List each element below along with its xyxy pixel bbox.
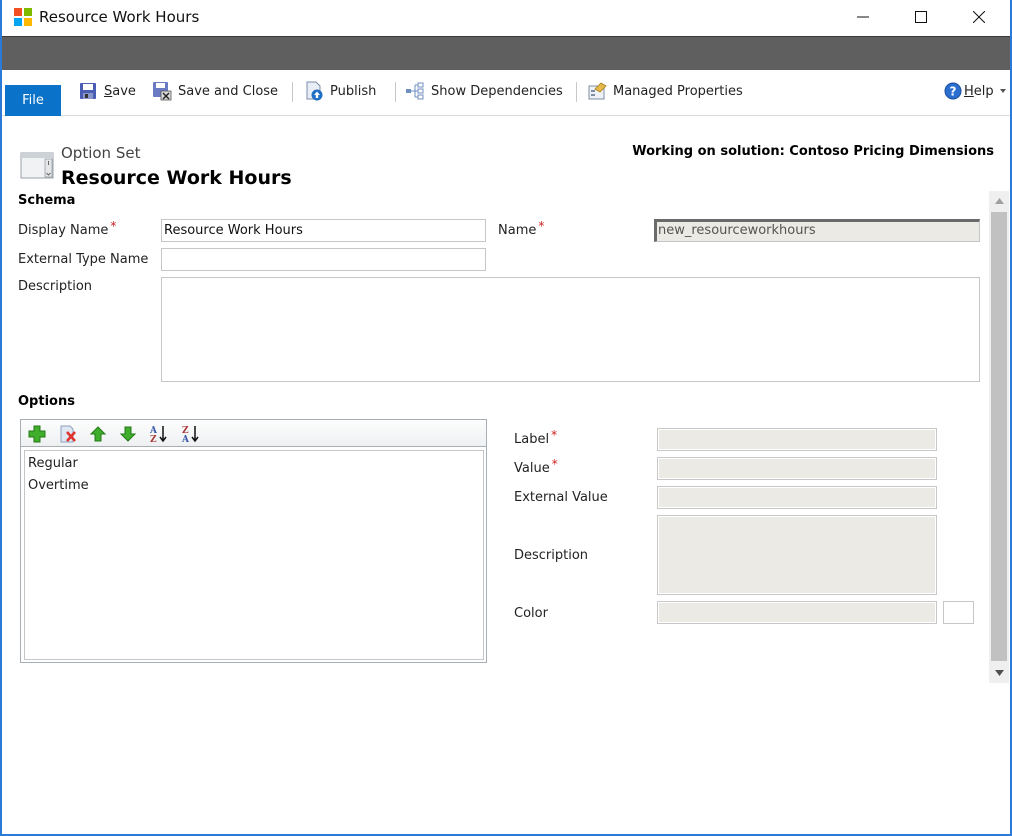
svg-text:A: A [181, 435, 190, 444]
managed-properties-button[interactable]: Managed Properties [587, 81, 743, 101]
required-indicator: * [551, 428, 558, 442]
scroll-down-button[interactable] [989, 663, 1009, 683]
name-label: Name * [498, 219, 545, 238]
scroll-up-icon [994, 198, 1004, 204]
required-indicator: * [551, 457, 558, 471]
managed-properties-icon [588, 82, 607, 100]
scroll-up-button[interactable] [989, 191, 1009, 211]
options-panel: A Z Z A Regular Overtime [20, 419, 487, 663]
option-value-input[interactable] [657, 457, 937, 480]
scroll-down-icon [994, 670, 1004, 676]
options-toolbar: A Z Z A [21, 420, 486, 447]
add-icon[interactable] [27, 424, 47, 444]
scrollbar-thumb[interactable] [991, 212, 1007, 661]
maximize-button[interactable] [898, 0, 944, 34]
publish-label: Publish [330, 83, 377, 99]
microsoft-logo-icon [14, 8, 32, 26]
publish-icon [306, 81, 323, 101]
minimize-button[interactable] [840, 0, 886, 34]
arrow-up-icon[interactable] [88, 424, 108, 444]
minimize-icon [857, 16, 869, 18]
sort-az-icon[interactable]: A Z [149, 424, 169, 444]
color-swatch-button[interactable] [943, 601, 974, 624]
navigation-bar [2, 36, 1010, 70]
external-type-name-input[interactable] [161, 248, 486, 271]
dependencies-icon [406, 82, 424, 100]
save-icon [80, 83, 96, 99]
title-bar: Resource Work Hours [2, 0, 1010, 36]
required-indicator: * [110, 219, 117, 233]
show-dependencies-label: Show Dependencies [431, 83, 563, 99]
vertical-scrollbar[interactable] [989, 191, 1009, 683]
window-title: Resource Work Hours [39, 8, 200, 26]
options-section-title: Options [18, 394, 75, 409]
file-tab[interactable]: File [5, 85, 61, 116]
option-value-label: Value * [514, 457, 558, 476]
color-input[interactable] [657, 601, 937, 624]
list-item[interactable]: Regular [28, 456, 78, 471]
help-icon: ? [944, 82, 962, 100]
required-indicator: * [538, 219, 545, 233]
option-label-label: Label * [514, 428, 558, 447]
save-and-close-label: Save and Close [178, 83, 279, 99]
help-button[interactable]: ? Help [944, 81, 1007, 101]
show-dependencies-button[interactable]: Show Dependencies [405, 81, 563, 101]
svg-text:?: ? [950, 85, 957, 99]
toolbar-separator [576, 82, 577, 102]
schema-section-title: Schema [18, 193, 76, 208]
dialog-window: Resource Work Hours File Save Save and C… [0, 0, 1012, 836]
arrow-down-icon[interactable] [118, 424, 138, 444]
save-close-icon [153, 82, 172, 101]
name-input[interactable] [654, 219, 980, 242]
close-icon [973, 11, 985, 23]
description-label: Description [18, 279, 93, 294]
list-item[interactable]: Overtime [28, 478, 89, 493]
description-textarea[interactable] [161, 277, 980, 382]
color-label: Color [514, 606, 548, 621]
save-and-close-button[interactable]: Save and Close [152, 81, 278, 101]
managed-properties-label: Managed Properties [613, 83, 743, 99]
save-label: Save [104, 83, 136, 99]
option-set-icon [20, 152, 54, 179]
option-description-label: Description [514, 548, 589, 563]
entity-name-heading: Resource Work Hours [61, 167, 292, 189]
display-name-input[interactable] [161, 219, 486, 242]
external-value-label: External Value [514, 490, 608, 505]
options-listbox[interactable]: Regular Overtime [24, 450, 484, 660]
sort-za-icon[interactable]: Z A [181, 424, 201, 444]
chevron-down-icon [999, 89, 1006, 93]
close-button[interactable] [956, 0, 1002, 34]
command-ribbon: File Save Save and Close Publish Show De… [2, 70, 1010, 116]
svg-text:Z: Z [150, 435, 157, 444]
publish-button[interactable]: Publish [304, 81, 376, 101]
external-value-input[interactable] [657, 486, 937, 509]
option-label-input[interactable] [657, 428, 937, 451]
entity-type-label: Option Set [61, 144, 141, 162]
external-type-name-label: External Type Name [18, 252, 149, 267]
delete-icon[interactable] [58, 424, 78, 444]
help-label: Help [964, 83, 994, 99]
save-button[interactable]: Save [78, 81, 136, 101]
toolbar-separator [395, 82, 396, 102]
toolbar-separator [292, 82, 293, 102]
display-name-label: Display Name * [18, 219, 117, 238]
maximize-icon [915, 11, 927, 23]
solution-label: Working on solution: Contoso Pricing Dim… [632, 144, 994, 159]
option-description-textarea[interactable] [657, 515, 937, 595]
